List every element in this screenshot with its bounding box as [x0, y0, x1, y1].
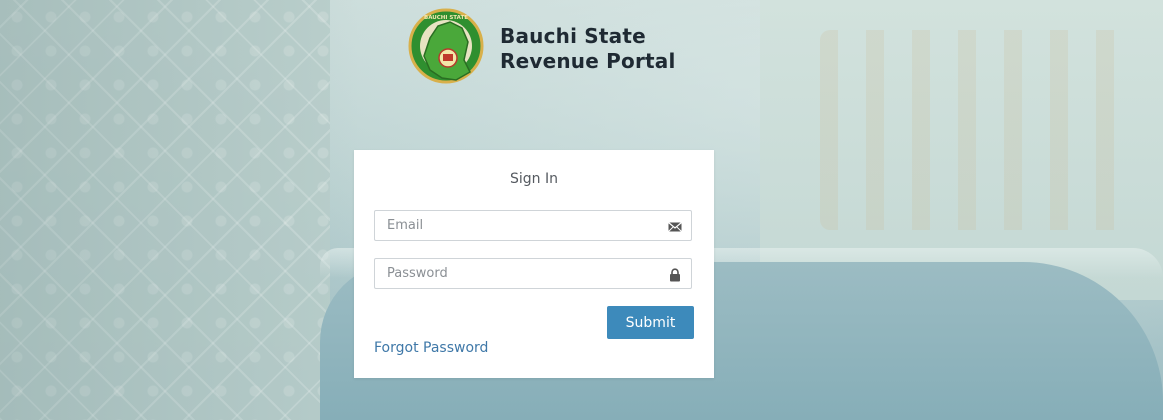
email-field-wrapper: [374, 210, 692, 241]
envelope-icon: [668, 219, 682, 233]
email-input[interactable]: [375, 211, 691, 240]
wall-shade: [0, 0, 360, 420]
lock-icon: [668, 267, 682, 282]
svg-text:BAUCHI STATE: BAUCHI STATE: [424, 15, 468, 21]
brand-line-2: Revenue Portal: [500, 49, 676, 73]
brand-line-1: Bauchi State: [500, 24, 646, 48]
brand-title: Bauchi State Revenue Portal: [500, 24, 676, 74]
forgot-password-link[interactable]: Forgot Password: [374, 340, 488, 356]
state-seal-logo: BAUCHI STATE: [408, 8, 486, 90]
facade-lettering: [820, 30, 1140, 230]
signin-card: Sign In Submit Forgot Password: [354, 150, 714, 378]
seal-icon: BAUCHI STATE: [408, 8, 484, 84]
submit-button[interactable]: Submit: [607, 306, 694, 339]
password-field-wrapper: [374, 258, 692, 289]
signin-title: Sign In: [510, 171, 558, 187]
brand-header: BAUCHI STATE Bauchi State Revenue Portal: [408, 6, 676, 92]
password-input[interactable]: [375, 259, 691, 288]
